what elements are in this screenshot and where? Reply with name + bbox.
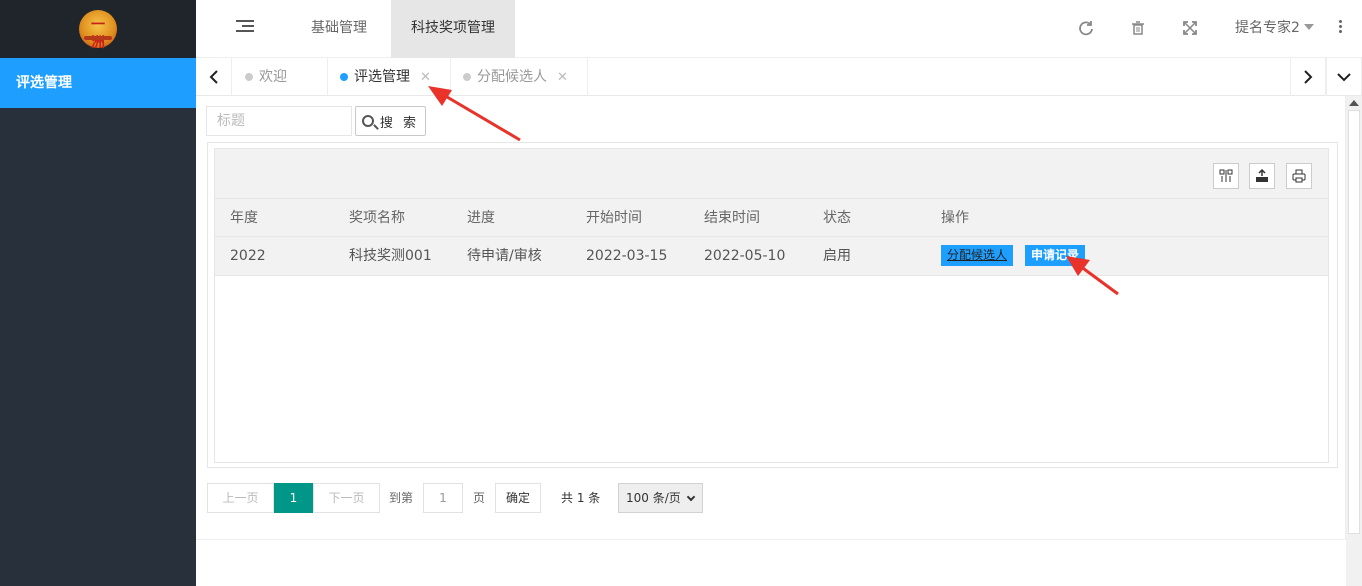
fullscreen-icon[interactable] (1182, 20, 1198, 36)
tabs-next-arrow-icon[interactable] (1290, 58, 1326, 96)
more-vertical-icon[interactable] (1337, 20, 1343, 36)
col-status[interactable]: 状态 (823, 199, 851, 237)
application-record-button[interactable]: 申请记录 (1025, 245, 1086, 266)
tabs-dropdown-icon[interactable] (1326, 58, 1362, 96)
tabs-prev-arrow-icon[interactable] (196, 58, 232, 96)
page-tabs-bar: 欢迎 评选管理 ✕ 分配候选人 ✕ (196, 58, 1362, 96)
tab-dot (463, 73, 471, 81)
columns-icon[interactable] (1213, 163, 1239, 189)
sidebar-item-selection[interactable]: 评选管理 (0, 58, 196, 108)
trash-icon[interactable] (1130, 20, 1146, 36)
col-progress[interactable]: 进度 (467, 199, 495, 237)
goto-label: 到第 (389, 491, 414, 505)
user-menu[interactable]: 提名专家2 (1235, 0, 1314, 58)
sidebar: 一洲 评选管理 (0, 0, 196, 586)
cell-award-name: 科技奖测001 (349, 248, 432, 264)
table-header: 年度 奖项名称 进度 开始时间 结束时间 状态 操作 (215, 199, 1328, 237)
cell-start-time: 2022-03-15 (586, 248, 668, 264)
cell-status: 启用 (823, 248, 851, 264)
vertical-scrollbar[interactable] (1346, 96, 1362, 586)
tab-close-icon[interactable]: ✕ (420, 70, 431, 85)
col-year[interactable]: 年度 (230, 199, 258, 237)
page-1-button[interactable]: 1 (274, 483, 313, 513)
pagination: 上一页 1 下一页 到第 1 页 确定 共 1 条 100 条/页 (207, 483, 907, 513)
cell-progress: 待申请/审核 (467, 248, 542, 264)
table-panel: 年度 奖项名称 进度 开始时间 结束时间 状态 操作 2022 科技奖测001 … (207, 142, 1338, 468)
print-icon[interactable] (1286, 163, 1312, 189)
scroll-up-icon[interactable] (1349, 100, 1359, 106)
page-size-select[interactable]: 100 条/页 (618, 483, 703, 513)
next-page-button[interactable]: 下一页 (313, 483, 380, 513)
assign-candidate-button[interactable]: 分配候选人 (941, 245, 1014, 266)
menu-toggle-icon[interactable] (236, 20, 254, 36)
goto-confirm-button[interactable]: 确定 (495, 483, 542, 513)
scrollbar-thumb[interactable] (1348, 110, 1360, 534)
tab-dot (245, 73, 253, 81)
refresh-icon[interactable] (1078, 20, 1094, 36)
goto-page-input[interactable]: 1 (423, 483, 463, 513)
export-icon[interactable] (1249, 163, 1275, 189)
cell-end-time: 2022-05-10 (704, 248, 786, 264)
search-button[interactable]: 搜 索 (355, 106, 426, 136)
table-row[interactable]: 2022 科技奖测001 待申请/审核 2022-03-15 2022-05-1… (215, 237, 1328, 276)
tab-assign-candidate[interactable]: 分配候选人 ✕ (451, 58, 588, 96)
search-icon (361, 115, 374, 127)
tab-welcome[interactable]: 欢迎 (233, 58, 328, 96)
cell-year: 2022 (230, 248, 266, 264)
caret-down-icon (1303, 24, 1314, 30)
tab-selection-manage[interactable]: 评选管理 ✕ (328, 58, 451, 96)
top-tab-award[interactable]: 科技奖项管理 (391, 0, 515, 58)
data-table: 年度 奖项名称 进度 开始时间 结束时间 状态 操作 2022 科技奖测001 … (214, 148, 1329, 463)
chevron-down-icon (686, 492, 696, 502)
page-unit-label: 页 (473, 491, 486, 505)
col-award-name[interactable]: 奖项名称 (349, 199, 405, 237)
col-start-time[interactable]: 开始时间 (586, 199, 642, 237)
sidebar-item-label: 评选管理 (16, 75, 72, 91)
col-end-time[interactable]: 结束时间 (704, 199, 760, 237)
logo-area: 一洲 (0, 0, 196, 58)
logo: 一洲 (79, 10, 117, 51)
user-name: 提名专家2 (1235, 20, 1300, 36)
top-header: 基础管理 科技奖项管理 提名专家2 (196, 0, 1362, 58)
table-toolbar (215, 149, 1328, 199)
prev-page-button[interactable]: 上一页 (207, 483, 274, 513)
title-search-input[interactable] (206, 106, 352, 136)
main-content: 搜 索 年度 奖项名称 进度 开始时间 结束时间 状态 (196, 96, 1346, 540)
tab-dot (340, 73, 348, 81)
tab-close-icon[interactable]: ✕ (557, 70, 568, 85)
total-count: 共 1 条 (561, 491, 601, 505)
logo-mark: 一洲 (91, 17, 105, 51)
top-tab-basic[interactable]: 基础管理 (291, 0, 387, 58)
col-actions: 操作 (941, 210, 969, 226)
